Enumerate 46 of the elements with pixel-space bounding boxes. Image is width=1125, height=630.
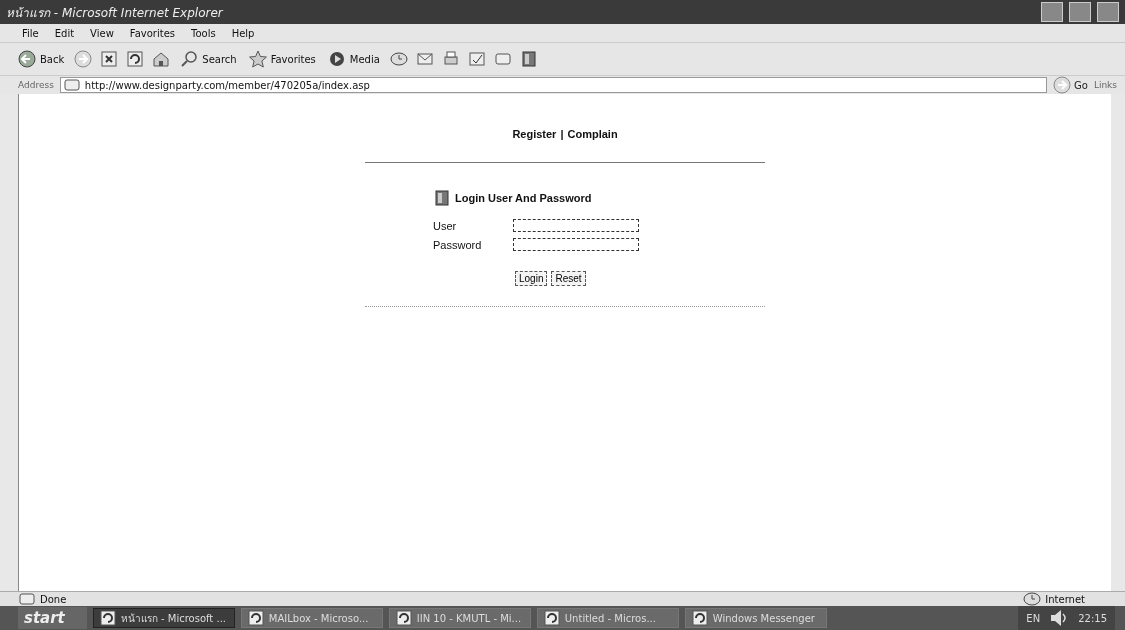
login-heading: Login User And Password xyxy=(455,192,592,204)
links-label[interactable]: Links xyxy=(1093,80,1117,90)
favorites-button[interactable]: Favorites xyxy=(246,48,318,70)
start-button[interactable]: start xyxy=(18,607,87,629)
input-field[interactable] xyxy=(513,238,639,251)
nav-link[interactable]: Complain xyxy=(567,128,618,140)
nav-link[interactable]: Register xyxy=(512,128,557,140)
taskbar-button[interactable]: MAILbox - Microso... xyxy=(240,608,383,628)
media-button[interactable]: Media xyxy=(325,48,382,70)
stop-icon[interactable] xyxy=(100,50,119,68)
menu-item[interactable]: Edit xyxy=(48,27,81,39)
zone-text: Internet xyxy=(1045,593,1085,605)
back-button[interactable]: Back xyxy=(16,48,67,70)
star-icon xyxy=(248,50,267,68)
input-field[interactable] xyxy=(513,219,639,232)
menu-item[interactable]: Tools xyxy=(185,27,222,39)
search-icon xyxy=(180,50,199,68)
menu-item[interactable]: File xyxy=(16,27,45,39)
refresh-icon[interactable] xyxy=(126,50,145,68)
menu-item[interactable]: Favorites xyxy=(123,27,181,39)
field-label: Password xyxy=(433,238,483,251)
taskbar-button[interactable]: หน้าแรก - Microsoft ... xyxy=(92,608,235,628)
taskbar-button[interactable]: IIN 10 - KMUTL - Mi... xyxy=(388,608,531,628)
media-icon xyxy=(327,50,346,68)
envelope-icon[interactable] xyxy=(415,50,434,68)
separator: | xyxy=(560,128,564,140)
login-button[interactable]: Login xyxy=(515,271,548,286)
clock-icon[interactable] xyxy=(389,50,408,68)
taskbar-button[interactable]: Windows Messenger xyxy=(684,608,827,628)
window-title: หน้าแรก - Microsoft Internet Explorer xyxy=(6,4,225,22)
language-indicator[interactable]: EN xyxy=(1026,612,1041,624)
field-label: User xyxy=(433,219,458,232)
menu-item[interactable]: View xyxy=(84,27,120,39)
search-button[interactable]: Search xyxy=(178,48,239,70)
printer-icon[interactable] xyxy=(441,50,460,68)
status-text: Done xyxy=(40,593,67,605)
menu-item[interactable]: Help xyxy=(225,27,261,39)
address-field[interactable]: http://www.designparty.com/member/470205a/index.asp xyxy=(59,77,1047,93)
edit-icon[interactable] xyxy=(467,50,486,68)
taskbar-button[interactable]: Untitled - Micros... xyxy=(536,608,679,628)
reset-button[interactable]: Reset xyxy=(551,271,586,286)
address-label: Address xyxy=(18,80,54,90)
go-button[interactable]: Go xyxy=(1053,76,1088,94)
clock: 22:15 xyxy=(1078,612,1107,624)
home-icon[interactable] xyxy=(152,50,171,68)
speaker-icon xyxy=(1050,609,1069,627)
